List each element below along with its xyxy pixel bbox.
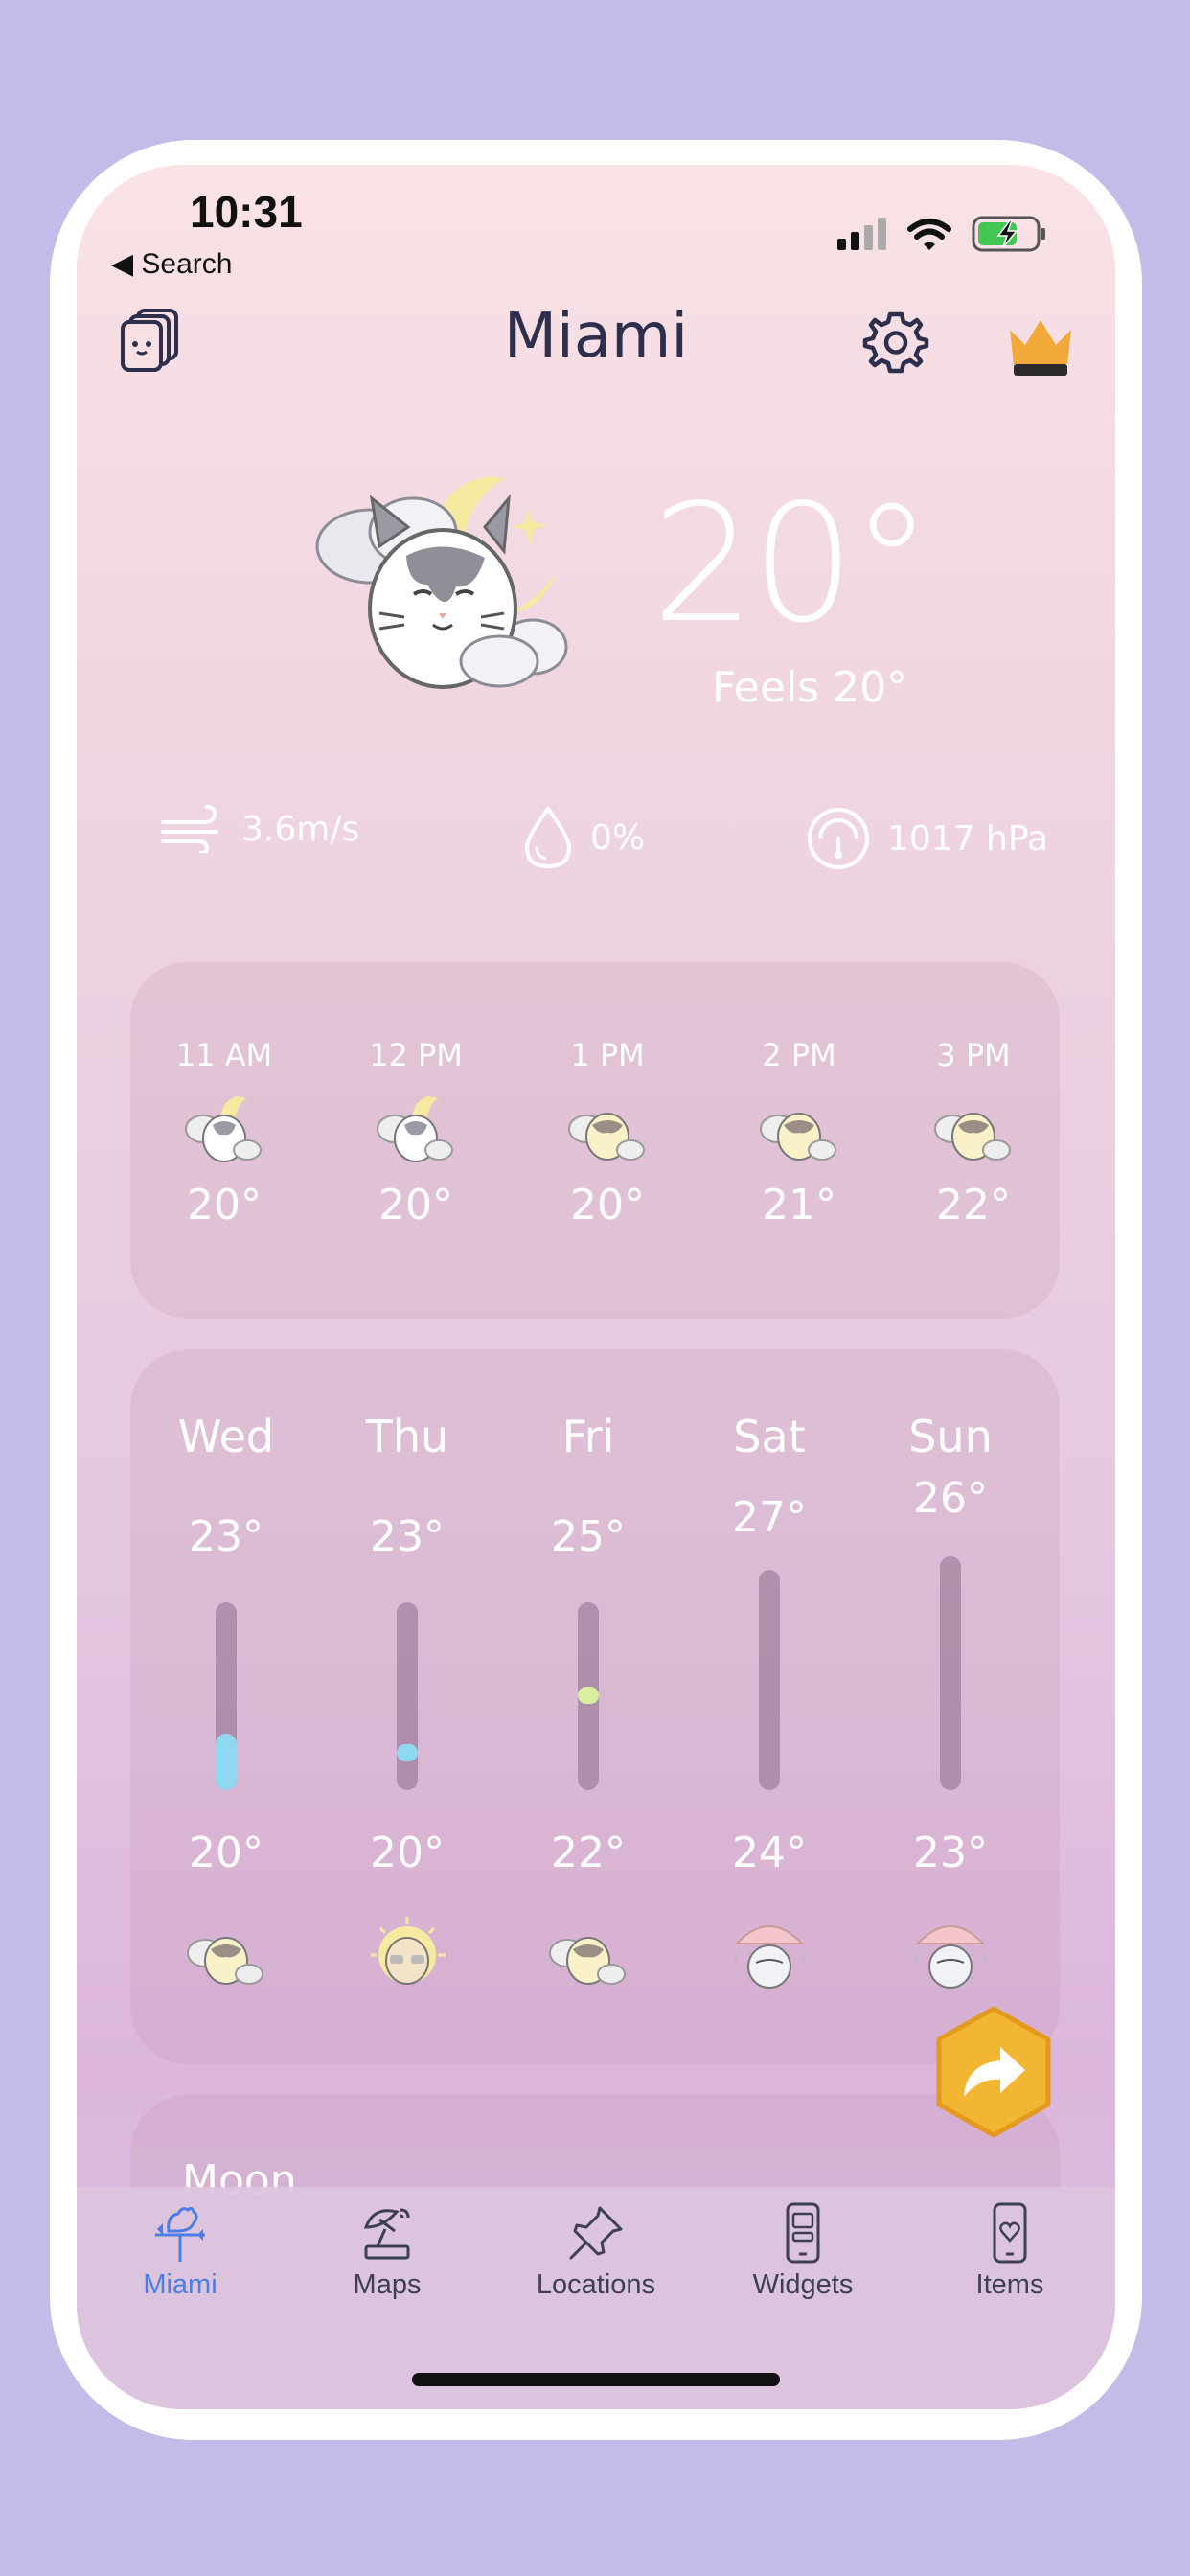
tab-label: Widgets [752,2269,854,2300]
hourly-forecast-card[interactable]: 11 AM 20° 12 PM 20° 1 PM 20° 2 PM 21° 3 … [130,962,1060,1319]
hourly-temp: 20° [570,1181,645,1230]
tab-items[interactable]: Items [914,2202,1106,2301]
daily-high: 23° [189,1512,263,1561]
cat-cloud-icon [934,1113,1011,1161]
daily-low: 22° [551,1828,626,1877]
daily-high: 27° [732,1493,807,1542]
pressure-stat: 1017 hPa [805,805,1048,872]
hourly-time: 3 PM [936,1037,1011,1073]
daily-low: 20° [189,1828,263,1877]
cat-umbrella-icon [915,1925,986,1989]
back-triangle-icon: ◀ [111,248,134,280]
cat-night-cloud-icon [315,476,568,689]
tab-maps[interactable]: Maps [291,2202,483,2301]
status-time: 10:31 [190,187,303,237]
wind-stat: 3.6m/s [159,805,359,853]
cat-cloud-icon [549,1937,626,1985]
daily-day: Thu [365,1411,449,1462]
cat-cloud-icon [568,1113,645,1161]
battery-charging-icon [972,216,1045,252]
tab-label: Miami [143,2269,217,2300]
hourly-item: 11 AM 20° [138,962,310,1230]
hourly-temp: 21° [762,1181,836,1230]
hourly-temp: 20° [378,1181,453,1230]
cat-night-cloud-icon [185,1096,262,1162]
back-label: Search [141,248,233,280]
phone-widget-icon [786,2202,820,2264]
home-indicator [412,2373,780,2386]
weathervane-icon [155,2206,205,2262]
gear-icon[interactable] [862,309,929,376]
hourly-item: 1 PM 20° [521,962,694,1230]
daily-low: 20° [370,1828,445,1877]
tab-widgets[interactable]: Widgets [707,2202,899,2301]
satellite-dish-icon [363,2208,410,2260]
tab-miami[interactable]: Miami [84,2202,276,2301]
temperature-range-track [216,1602,237,1790]
precipitation-value: 0% [590,817,646,858]
daily-day: Sat [733,1411,806,1462]
page-title: Miami [503,301,689,372]
pressure-value: 1017 hPa [887,818,1049,859]
daily-forecast-card[interactable]: Wed 23° 20° Thu 23° 20° Fri 25° 22° Sat … [130,1349,1060,2064]
share-button[interactable] [931,2005,1056,2139]
back-to-search-link[interactable]: ◀ Search [111,247,232,281]
crown-premium-icon[interactable] [1006,316,1075,378]
daily-high: 26° [913,1474,988,1523]
hourly-temp: 20° [187,1181,262,1230]
daily-day: Wed [177,1411,275,1462]
cat-night-cloud-icon [377,1096,453,1162]
feels-like-temperature: Feels 20° [711,663,908,712]
tab-locations[interactable]: Locations [500,2202,692,2301]
daily-low: 24° [732,1828,807,1877]
hourly-item: 3 PM 22° [887,962,1060,1230]
temperature-range-track [940,1556,961,1790]
hourly-time: 1 PM [570,1037,645,1073]
pressure-gauge-icon [808,808,869,869]
cat-cloud-icon [760,1113,836,1161]
precipitation-stat: 0% [521,805,645,870]
cellular-signal-icon [837,218,886,250]
temperature-range-fill [578,1687,599,1704]
hourly-item: 2 PM 21° [713,962,885,1230]
cat-sun-icon [371,1917,446,1985]
tab-label: Locations [536,2269,656,2300]
tab-label: Items [975,2269,1044,2300]
app-screen: 10:31 ◀ Search Miami 20° Feels 20° 3.6m/… [77,165,1115,2409]
current-temperature: 20° [652,470,932,659]
pushpin-icon [569,2206,623,2260]
wind-value: 3.6m/s [241,809,360,849]
temperature-range-fill [216,1734,237,1790]
temperature-range-fill [397,1744,418,1761]
cat-umbrella-icon [734,1925,805,1989]
daily-low: 23° [913,1828,988,1877]
daily-high: 23° [370,1512,445,1561]
cat-cloud-icon [187,1937,263,1985]
phone-heart-icon [993,2202,1027,2264]
hourly-time: 12 PM [369,1037,463,1073]
temperature-range-track [759,1570,780,1790]
temperature-range-track [578,1602,599,1790]
temperature-range-track [397,1602,418,1790]
hourly-time: 2 PM [762,1037,836,1073]
water-drop-icon [524,805,572,869]
daily-high: 25° [551,1512,626,1561]
hourly-item: 12 PM 20° [330,962,502,1230]
tab-label: Maps [353,2269,422,2300]
hourly-time: 11 AM [175,1037,273,1073]
wind-icon [161,805,218,853]
daily-day: Fri [561,1411,615,1462]
wifi-icon [907,218,951,250]
daily-day: Sun [908,1411,993,1462]
hourly-temp: 22° [936,1181,1011,1230]
